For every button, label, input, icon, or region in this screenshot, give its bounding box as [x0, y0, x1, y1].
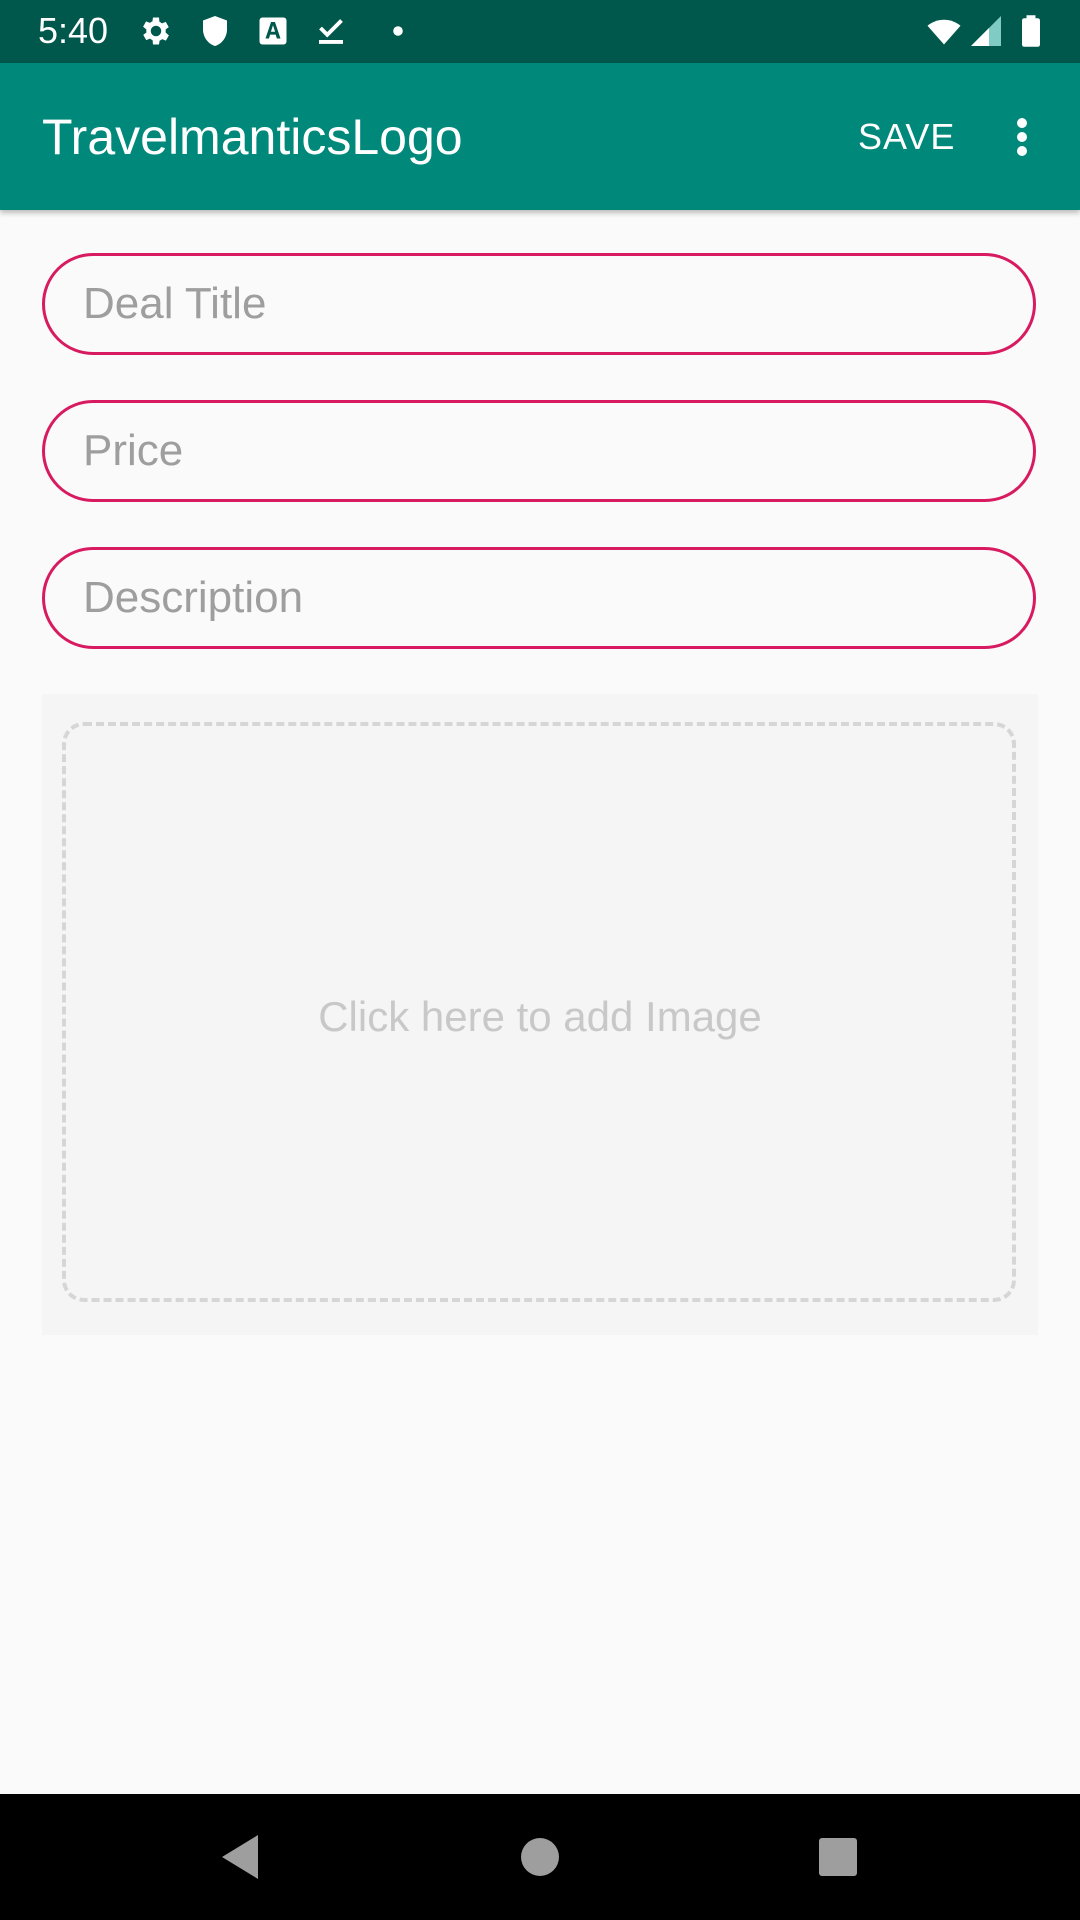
more-vertical-icon[interactable] — [1000, 107, 1044, 167]
description-field[interactable]: Description — [42, 547, 1036, 649]
price-placeholder: Price — [83, 426, 184, 475]
font-a-icon — [255, 13, 291, 49]
add-image-label: Click here to add Image — [318, 993, 762, 1040]
screen: 5:40 TravelmanticsLogo SAVE Deal Title P… — [0, 0, 1080, 1920]
settings-icon — [138, 13, 174, 49]
wifi-icon — [922, 13, 966, 49]
deal-title-placeholder: Deal Title — [83, 279, 267, 328]
app-bar: TravelmanticsLogo SAVE — [0, 63, 1080, 210]
recents-icon[interactable] — [808, 1827, 868, 1887]
home-icon[interactable] — [510, 1827, 570, 1887]
price-field[interactable]: Price — [42, 400, 1036, 502]
add-image-area[interactable]: Click here to add Image — [42, 694, 1038, 1335]
app-title: TravelmanticsLogo — [42, 109, 463, 165]
cellular-signal-icon — [968, 13, 1004, 49]
battery-icon — [1013, 13, 1049, 49]
status-time: 5:40 — [38, 10, 109, 51]
deal-title-field[interactable]: Deal Title — [42, 253, 1036, 355]
shield-icon — [197, 13, 233, 49]
back-icon[interactable] — [210, 1827, 270, 1887]
navigation-bar — [0, 1794, 1080, 1920]
status-bar: 5:40 — [0, 0, 1080, 63]
save-button[interactable]: SAVE — [838, 107, 975, 167]
dot-icon — [371, 13, 407, 49]
description-placeholder: Description — [83, 573, 304, 622]
download-check-icon — [313, 13, 349, 49]
